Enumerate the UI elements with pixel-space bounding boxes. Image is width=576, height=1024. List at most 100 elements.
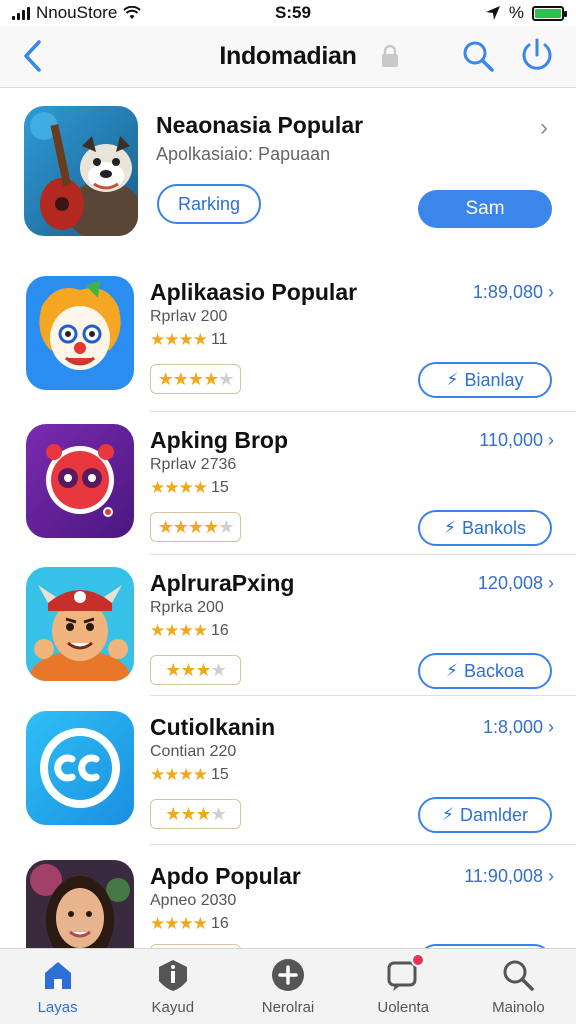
app-subtitle: Rprka 200 bbox=[150, 599, 224, 616]
app-title: Apdo Popular bbox=[150, 863, 301, 889]
tab-nerolrai[interactable]: Nerolrai bbox=[230, 949, 345, 1024]
rating-count: 16 bbox=[210, 622, 229, 639]
messages-icon bbox=[385, 953, 426, 993]
star-rating-icon: ★★★★ bbox=[150, 914, 208, 933]
download-count-text: 1:8,000 bbox=[482, 717, 543, 737]
star-rating-icon: ★★★★★ bbox=[157, 368, 235, 389]
star-rating-icon: ★★★★ bbox=[150, 765, 208, 784]
app-subtitle: Rprlav 200 bbox=[150, 308, 228, 325]
download-count[interactable]: 1:8,000 › bbox=[483, 717, 554, 738]
action-button[interactable]: ⚡︎ Bankols bbox=[418, 510, 552, 546]
featured-app-icon[interactable] bbox=[24, 106, 138, 236]
star-rating-icon: ★★★★★ bbox=[157, 516, 235, 537]
power-button[interactable] bbox=[518, 36, 556, 74]
tab-home[interactable]: Layas bbox=[0, 949, 115, 1024]
carrier-name: NnouStore bbox=[36, 3, 118, 22]
featured-section: Neaonasia Popular Apolkasiaio: Papuaan ›… bbox=[0, 104, 576, 244]
bolt-icon: ⚡︎ bbox=[446, 370, 459, 389]
tab-kayud[interactable]: Kayud bbox=[115, 949, 230, 1024]
app-title: AplruraPxing bbox=[150, 570, 295, 596]
app-rating: ★★★★ 11 bbox=[150, 330, 228, 350]
rating-box: ★★★★ bbox=[150, 799, 241, 829]
tab-label: Nerolrai bbox=[261, 999, 315, 1016]
app-icon-portrait[interactable] bbox=[26, 860, 134, 948]
star-rating-icon: ★★★★ bbox=[165, 803, 227, 824]
lock-icon bbox=[382, 44, 398, 67]
featured-title: Neaonasia Popular bbox=[156, 112, 364, 138]
battery-icon bbox=[532, 5, 567, 21]
shield-icon bbox=[158, 960, 187, 991]
action-button[interactable]: ⚡︎ Bianlay bbox=[418, 362, 552, 398]
rating-count: 15 bbox=[210, 766, 229, 783]
action-button[interactable]: ⚡︎ Damlder bbox=[418, 797, 552, 833]
home-icon bbox=[44, 962, 71, 989]
add-icon bbox=[272, 959, 304, 991]
app-subtitle: Rprlav 2736 bbox=[150, 456, 237, 473]
app-subtitle: Contian 220 bbox=[150, 743, 237, 760]
star-rating-icon: ★★★★ bbox=[150, 621, 208, 640]
list-item[interactable]: Apking Brop Rprlav 2736 ★★★★ 15 110,000 … bbox=[0, 424, 576, 564]
status-time: S:59 bbox=[275, 3, 311, 22]
tab-label: Mainolo bbox=[492, 999, 545, 1016]
download-count[interactable]: 11:90,008 › bbox=[464, 866, 554, 887]
wifi-icon bbox=[123, 6, 141, 19]
bolt-icon: ⚡︎ bbox=[446, 661, 458, 680]
tab-mainolo[interactable]: Mainolo bbox=[461, 949, 576, 1024]
action-button-label: Damlder bbox=[459, 804, 528, 825]
featured-subtitle: Apolkasiaio: Papuaan bbox=[156, 144, 331, 164]
rating-box: ★★★★★ bbox=[150, 512, 241, 542]
rating-count: 11 bbox=[210, 331, 228, 348]
list-item[interactable]: Aplikaasio Popular Rprlav 200 ★★★★ 11 1:… bbox=[0, 276, 576, 416]
list-item[interactable]: Cutiolkanin Contian 220 ★★★★ 15 1:8,000 … bbox=[0, 711, 576, 851]
star-rating-icon: ★★★★ bbox=[165, 659, 227, 680]
app-rating: ★★★★ 15 bbox=[150, 478, 229, 498]
download-count[interactable]: 110,000 › bbox=[479, 430, 554, 451]
action-button-label: Bankols bbox=[461, 517, 526, 538]
action-button[interactable]: ⚡︎ Backoa bbox=[418, 653, 552, 689]
search-button[interactable] bbox=[460, 38, 496, 74]
list-item[interactable]: Apdo Popular Apneo 2030 ★★★★ 16 11:90,00… bbox=[0, 860, 576, 948]
star-rating-icon: ★★★★ bbox=[150, 330, 208, 349]
download-count-text: 1:89,080 bbox=[472, 282, 543, 302]
notification-badge bbox=[411, 953, 426, 967]
divider bbox=[150, 554, 576, 555]
tab-uolenta[interactable]: Uolenta bbox=[346, 949, 461, 1024]
download-count[interactable]: 120,008 › bbox=[478, 573, 554, 594]
search-icon bbox=[503, 960, 535, 991]
bolt-icon: ⚡︎ bbox=[442, 805, 454, 824]
action-button-label: Backoa bbox=[463, 660, 524, 681]
app-icon-owl[interactable] bbox=[26, 424, 134, 538]
list-item[interactable]: AplruraPxing Rprka 200 ★★★★ 16 120,008 ›… bbox=[0, 567, 576, 707]
status-bar: NnouStore S:59 % bbox=[0, 0, 576, 26]
download-count-text: 110,000 bbox=[479, 430, 543, 450]
navigation-bar: Indomadian bbox=[0, 26, 576, 88]
star-rating-icon: ★★★★ bbox=[150, 478, 208, 497]
location-arrow-icon bbox=[485, 6, 500, 20]
download-count[interactable]: 1:89,080 › bbox=[473, 282, 554, 303]
divider bbox=[150, 411, 576, 412]
app-rating: ★★★★ 16 bbox=[150, 621, 229, 641]
app-title: Cutiolkanin bbox=[150, 714, 276, 740]
ranking-button[interactable]: Rarking bbox=[157, 184, 261, 224]
tab-label: Layas bbox=[37, 999, 78, 1016]
app-icon-chat[interactable] bbox=[26, 711, 134, 825]
tab-label: Uolenta bbox=[377, 999, 430, 1016]
app-rating: ★★★★ 15 bbox=[150, 765, 229, 785]
download-count-text: 11:90,008 bbox=[464, 866, 543, 886]
tab-label: Kayud bbox=[151, 999, 195, 1016]
divider bbox=[150, 695, 576, 696]
app-title: Aplikaasio Popular bbox=[150, 279, 358, 305]
bolt-icon: ⚡︎ bbox=[444, 518, 456, 537]
chevron-right-icon[interactable]: › bbox=[540, 114, 548, 142]
app-title: Apking Brop bbox=[150, 427, 288, 453]
rating-count: 15 bbox=[210, 479, 229, 496]
app-rating: ★★★★ 16 bbox=[150, 914, 229, 934]
app-icon-clown[interactable] bbox=[26, 276, 134, 390]
rating-box: ★★★★★ bbox=[150, 364, 241, 394]
see-button[interactable]: Sam bbox=[418, 190, 552, 228]
download-count-text: 120,008 bbox=[477, 573, 543, 593]
action-button-label: Bianlay bbox=[464, 369, 524, 390]
app-icon-viking[interactable] bbox=[26, 567, 134, 681]
battery-percent: % bbox=[508, 3, 524, 22]
tab-bar: Layas Kayud Nerolrai Uolenta Mainolo bbox=[0, 948, 576, 1024]
